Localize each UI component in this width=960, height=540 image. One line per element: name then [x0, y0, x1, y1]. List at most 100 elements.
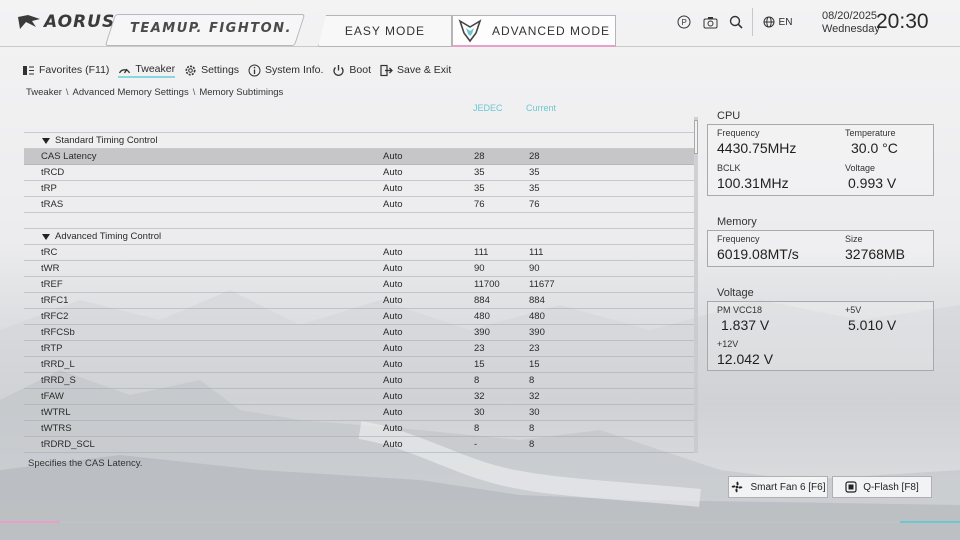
timing-current-value: 111: [529, 247, 544, 258]
group-advanced-timing[interactable]: Advanced Timing Control: [24, 229, 694, 245]
group-title: Advanced Timing Control: [55, 231, 162, 242]
table-row[interactable]: tRDRD_SCL Auto - 8: [24, 437, 694, 453]
pm-vcc18-value: 1.837 V: [721, 317, 770, 333]
collapse-triangle-icon: [42, 234, 50, 240]
date-text: 08/20/2025: [822, 10, 878, 22]
menu-label: Favorites (F11): [39, 64, 110, 76]
breadcrumb-item[interactable]: Advanced Memory Settings: [73, 87, 189, 98]
menu-save-exit[interactable]: Save & Exit: [380, 62, 451, 78]
menu-tweaker[interactable]: Tweaker: [118, 62, 176, 78]
language-selector[interactable]: EN: [752, 8, 802, 36]
timing-mode: Auto: [383, 167, 403, 178]
q-flash-label: Q-Flash [F8]: [863, 481, 919, 493]
timing-mode: Auto: [383, 375, 403, 386]
menu-label: Settings: [201, 64, 240, 76]
breadcrumb-item[interactable]: Tweaker: [26, 87, 62, 98]
timing-current-value: 884: [529, 295, 545, 306]
scrollbar-thumb[interactable]: [694, 120, 698, 154]
memory-panel: Frequency 6019.08MT/s Size 32768MB: [707, 230, 934, 267]
timing-jedec-value: 884: [474, 295, 490, 306]
table-row[interactable]: tRC Auto 111 111: [24, 245, 694, 261]
timing-mode: Auto: [383, 183, 403, 194]
timing-name: tWR: [41, 263, 60, 274]
table-row[interactable]: tRAS Auto 76 76: [24, 197, 694, 213]
table-row[interactable]: tRRD_L Auto 15 15: [24, 357, 694, 373]
timing-jedec-value: -: [474, 439, 478, 450]
cpu-frequency-label: Frequency: [717, 128, 760, 138]
chip-icon: [845, 481, 857, 493]
timing-name: tREF: [41, 279, 63, 290]
weekday-text: Wednesday: [822, 23, 880, 35]
table-row[interactable]: tWTRL Auto 30 30: [24, 405, 694, 421]
timing-name: tWTRL: [41, 407, 71, 418]
teamup-text: TEAMUP. FIGHTON.: [130, 21, 292, 36]
timing-mode: Auto: [383, 295, 403, 306]
menu-settings[interactable]: Settings: [184, 62, 239, 78]
timing-name: tRFC1: [41, 295, 69, 306]
memory-size-label: Size: [845, 234, 863, 244]
timing-current-value: 8: [529, 439, 535, 450]
timing-mode: Auto: [383, 391, 403, 402]
table-row[interactable]: tRFC2 Auto 480 480: [24, 309, 694, 325]
aorus-emblem-icon: [458, 18, 482, 42]
timing-current-value: 76: [529, 199, 540, 210]
cpu-voltage-value: 0.993 V: [848, 175, 897, 191]
table-row[interactable]: tFAW Auto 32 32: [24, 389, 694, 405]
timing-mode: Auto: [383, 359, 403, 370]
circle-p-icon[interactable]: P: [676, 14, 692, 30]
logo-text: AORUS: [44, 12, 116, 32]
menu-favorites[interactable]: Favorites (F11): [22, 62, 109, 78]
timing-mode: Auto: [383, 327, 403, 338]
table-row[interactable]: tRFCSb Auto 390 390: [24, 325, 694, 341]
timing-name: tRP: [41, 183, 57, 194]
gear-icon: [185, 65, 196, 75]
cpu-section-title: CPU: [717, 110, 741, 122]
svg-text:P: P: [682, 18, 687, 27]
memory-section-title: Memory: [717, 216, 757, 228]
timing-jedec-value: 11700: [474, 279, 500, 290]
timing-mode: Auto: [383, 439, 403, 450]
table-row[interactable]: tREF Auto 11700 11677: [24, 277, 694, 293]
table-row[interactable]: tWR Auto 90 90: [24, 261, 694, 277]
menu-bar: Favorites (F11) Tweaker Settings System …: [22, 62, 460, 78]
timing-name: tRFC2: [41, 311, 69, 322]
timing-current-value: 90: [529, 263, 540, 274]
table-row[interactable]: tRP Auto 35 35: [24, 181, 694, 197]
timing-mode: Auto: [383, 263, 403, 274]
advanced-mode-tab[interactable]: ADVANCED MODE: [452, 15, 616, 47]
smart-fan-button[interactable]: Smart Fan 6 [F6]: [728, 476, 828, 498]
camera-icon[interactable]: [702, 14, 718, 30]
table-row[interactable]: tRFC1 Auto 884 884: [24, 293, 694, 309]
search-icon[interactable]: [728, 14, 744, 30]
scrollbar-track[interactable]: [694, 117, 698, 453]
aorus-eagle-icon: [18, 15, 40, 29]
menu-system-info[interactable]: System Info.: [248, 62, 323, 78]
timing-table: Standard Timing Control CAS Latency Auto 2…: [24, 117, 694, 453]
timing-jedec-value: 32: [474, 391, 485, 402]
table-spacer: [24, 117, 694, 133]
group-standard-timing[interactable]: Standard Timing Control: [24, 133, 694, 149]
timing-mode: Auto: [383, 151, 403, 162]
timing-name: tRFCSb: [41, 327, 75, 338]
table-row[interactable]: tWTRS Auto 8 8: [24, 421, 694, 437]
menu-label: Boot: [349, 64, 372, 76]
timing-jedec-value: 15: [474, 359, 485, 370]
timing-jedec-value: 111: [474, 247, 489, 258]
menu-label: Tweaker: [135, 63, 176, 75]
cpu-temperature-label: Temperature: [845, 128, 896, 138]
timing-mode: Auto: [383, 279, 403, 290]
column-header-current: Current: [526, 103, 557, 113]
table-row[interactable]: CAS Latency Auto 28 28: [24, 149, 694, 165]
globe-icon: [763, 16, 775, 28]
table-row[interactable]: tRCD Auto 35 35: [24, 165, 694, 181]
table-row[interactable]: tRTP Auto 23 23: [24, 341, 694, 357]
bottom-decoration: [0, 521, 960, 523]
q-flash-button[interactable]: Q-Flash [F8]: [832, 476, 932, 498]
collapse-triangle-icon: [42, 138, 50, 144]
exit-icon: [380, 64, 393, 76]
table-spacer: [24, 213, 694, 229]
menu-boot[interactable]: Boot: [332, 62, 371, 78]
table-row[interactable]: tRRD_S Auto 8 8: [24, 373, 694, 389]
favorites-icon: [23, 65, 34, 75]
easy-mode-tab[interactable]: EASY MODE: [318, 15, 452, 47]
